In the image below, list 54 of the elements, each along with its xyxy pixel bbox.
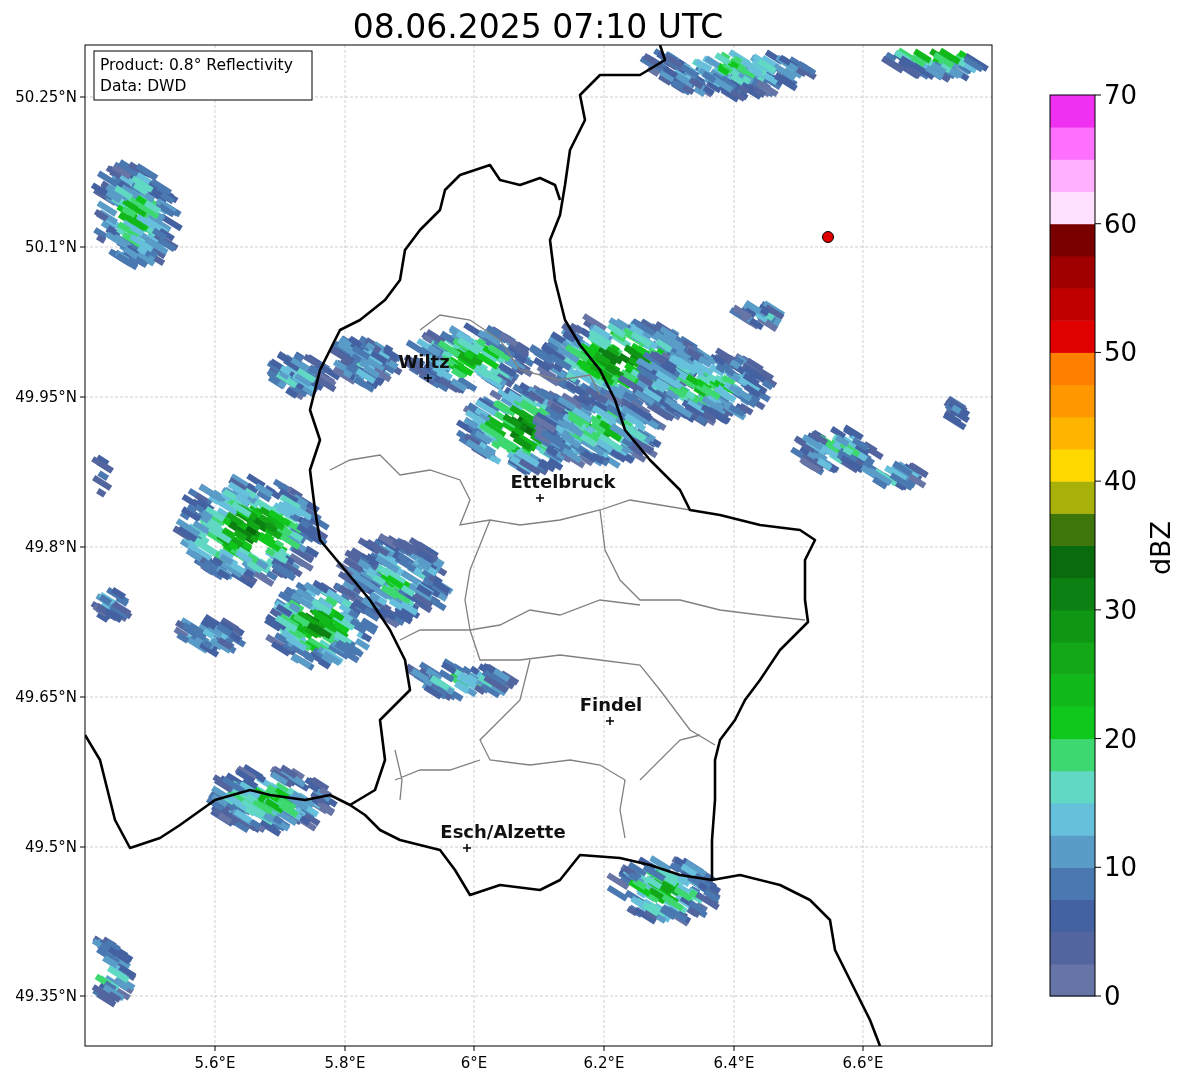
- tick-mark: [79, 246, 86, 248]
- city-label: Findel: [579, 694, 643, 715]
- colorbar-tick-label: 20: [1104, 723, 1138, 754]
- longitude-label: 6.4°E: [713, 1054, 755, 1072]
- latitude-label: 50.1°N: [24, 238, 77, 256]
- tick-mark: [473, 1045, 475, 1052]
- tick-mark: [79, 696, 86, 698]
- chart-title: 08.06.2025 07:10 UTC: [352, 7, 724, 46]
- longitude-label: 6°E: [460, 1054, 488, 1072]
- city-label: Esch/Alzette: [440, 821, 566, 842]
- longitude-label: 5.8°E: [324, 1054, 366, 1072]
- colorbar-tick-label: 40: [1104, 466, 1138, 497]
- city-marker-icon: [605, 716, 615, 726]
- tick-mark: [733, 1045, 735, 1052]
- longitude-label: 6.6°E: [842, 1054, 884, 1072]
- tick-mark: [1094, 94, 1102, 96]
- city-label: Ettelbruck: [510, 471, 616, 492]
- info-text: Data: DWD: [100, 77, 187, 95]
- tick-mark: [603, 1045, 605, 1052]
- tick-mark: [79, 546, 86, 548]
- city-marker-icon: [423, 373, 433, 383]
- latitude-label: 50.25°N: [15, 88, 77, 106]
- colorbar-tick-label: 70: [1104, 80, 1138, 110]
- city-marker-icon: [462, 843, 472, 853]
- tick-mark: [1094, 738, 1102, 740]
- tick-mark: [344, 1045, 346, 1052]
- colorbar-tick-label: 0: [1104, 981, 1121, 1011]
- latitude-label: 49.8°N: [24, 538, 77, 556]
- tick-mark: [1094, 223, 1102, 225]
- latitude-label: 49.65°N: [15, 688, 77, 706]
- latitude-label: 49.35°N: [15, 987, 77, 1005]
- tick-mark: [79, 846, 86, 848]
- longitude-label: 6.2°E: [583, 1054, 625, 1072]
- colorbar-tick-label: 50: [1104, 337, 1138, 368]
- latitude-label: 49.5°N: [24, 838, 77, 856]
- colorbar-tick-label: 60: [1104, 208, 1138, 239]
- tick-mark: [1094, 351, 1102, 353]
- city-marker-icon: [535, 493, 545, 503]
- tick-mark: [862, 1045, 864, 1052]
- tick-mark: [79, 995, 86, 997]
- tick-mark: [1094, 995, 1102, 997]
- tick-mark: [1094, 480, 1102, 482]
- info-text: Product: 0.8° Reflectivity: [100, 56, 293, 74]
- tick-mark: [79, 396, 86, 398]
- longitude-label: 5.6°E: [194, 1054, 236, 1072]
- tick-mark: [79, 96, 86, 98]
- tick-mark: [1094, 866, 1102, 868]
- tick-mark: [1094, 609, 1102, 611]
- colorbar-tick-label: 30: [1104, 594, 1138, 625]
- colorbar-tick-label: 10: [1104, 852, 1138, 883]
- colorbar-label: dBZ: [1145, 520, 1176, 576]
- latitude-label: 49.95°N: [15, 388, 77, 406]
- tick-mark: [214, 1045, 216, 1052]
- location-dot-icon: [822, 231, 834, 243]
